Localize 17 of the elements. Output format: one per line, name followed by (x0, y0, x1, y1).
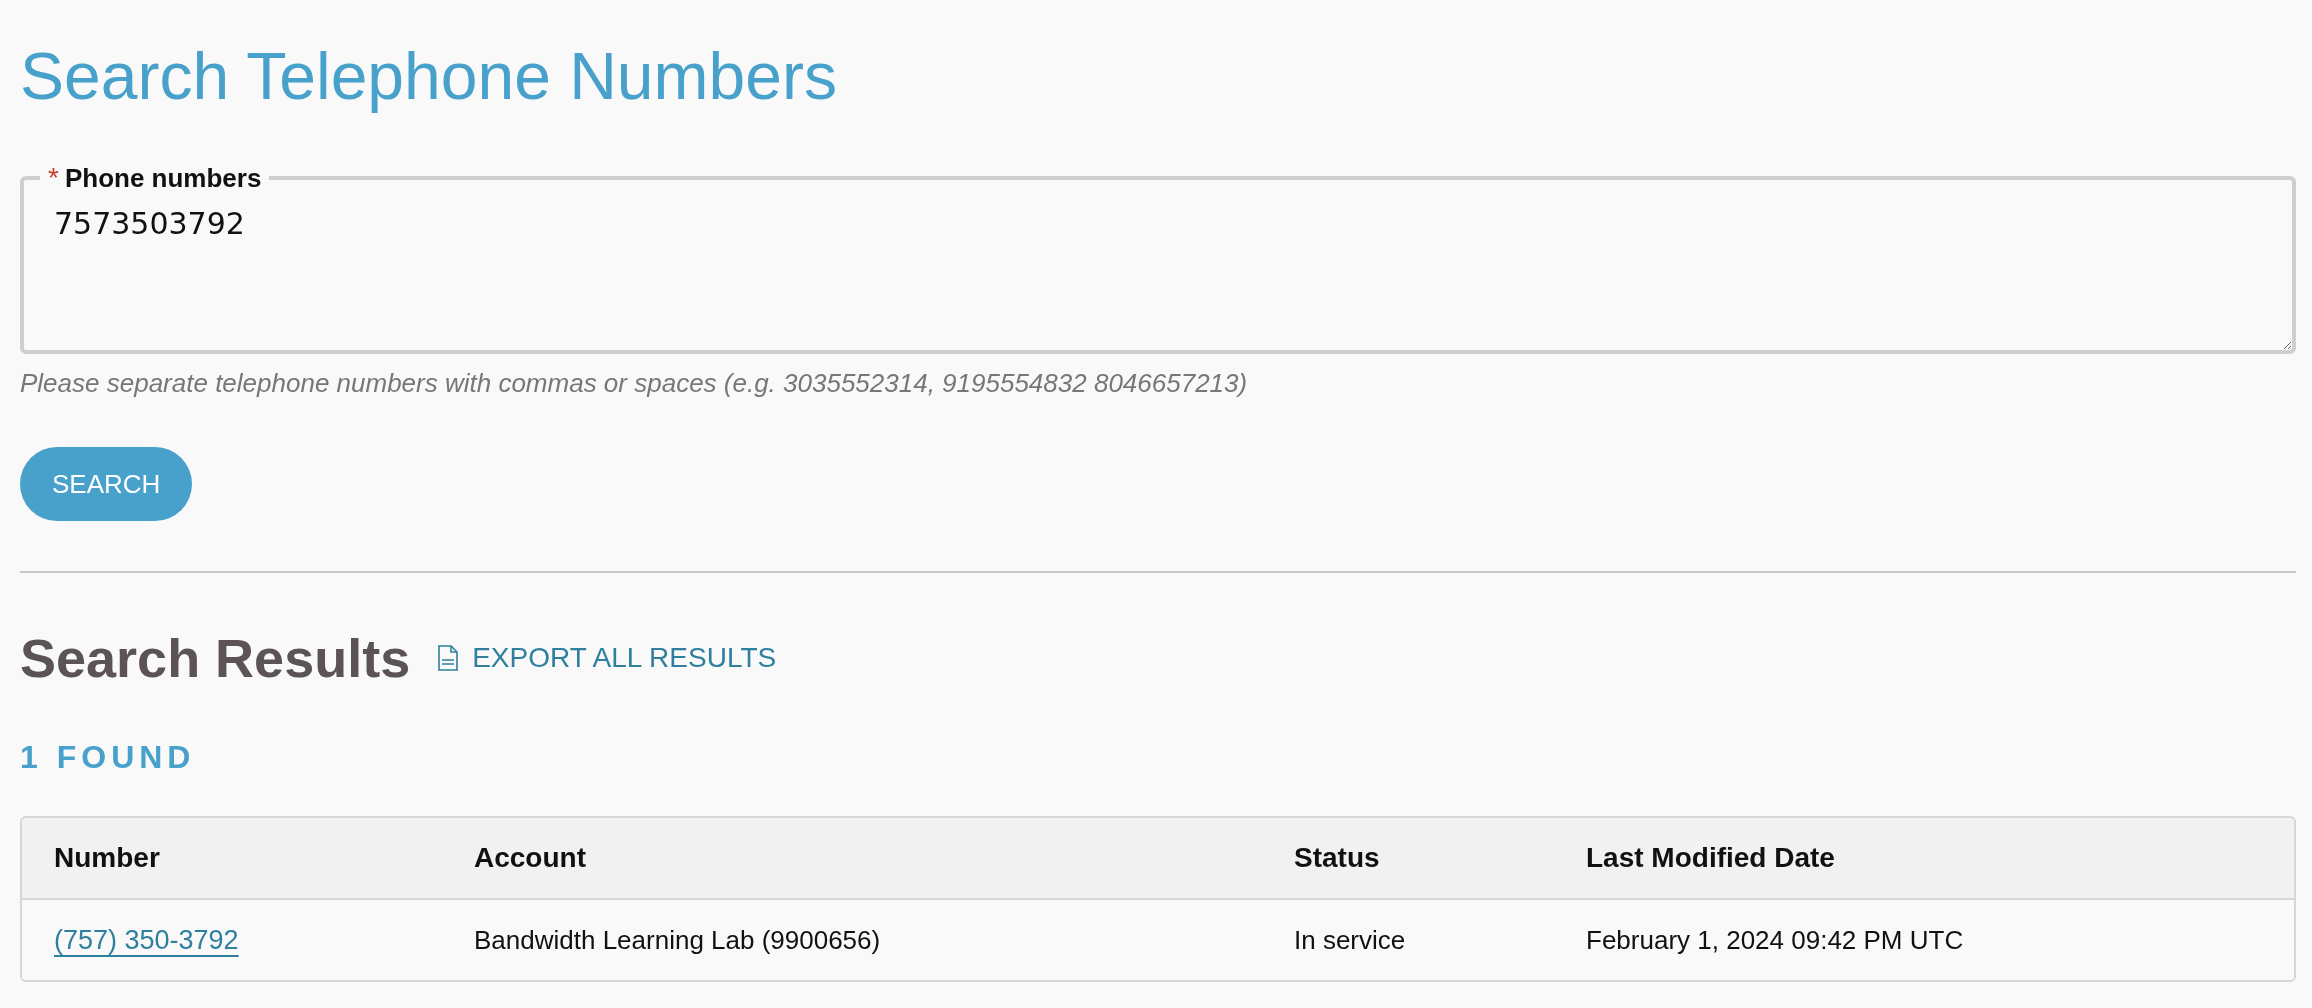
help-text: Please separate telephone numbers with commas or spaces (e.g. 3035552314, 9195554832 8046657213) (20, 368, 1248, 399)
field-label: Phone numbers (64, 164, 262, 192)
table-cell: Bandwidth Learning Lab (9900656) (474, 924, 881, 956)
column-header: Status (1294, 842, 1380, 874)
file-icon (438, 645, 459, 671)
phone-number-link[interactable]: (757) 350-3792 (54, 924, 239, 956)
results-heading: Search Results (20, 627, 411, 689)
column-header: Last Modified Date (1586, 842, 1835, 874)
export-link[interactable]: EXPORT ALL RESULTS (438, 642, 777, 674)
column-header: Account (474, 842, 586, 874)
table-cell: February 1, 2024 09:42 PM UTC (1586, 924, 1964, 956)
column-header: Number (54, 842, 160, 874)
search-button[interactable]: SEARCH (20, 447, 193, 521)
required-mark: * (48, 164, 59, 192)
page-title: Search Telephone Numbers (20, 38, 837, 115)
result-count: 1 FOUND (20, 739, 196, 776)
table-cell: In service (1294, 924, 1406, 956)
